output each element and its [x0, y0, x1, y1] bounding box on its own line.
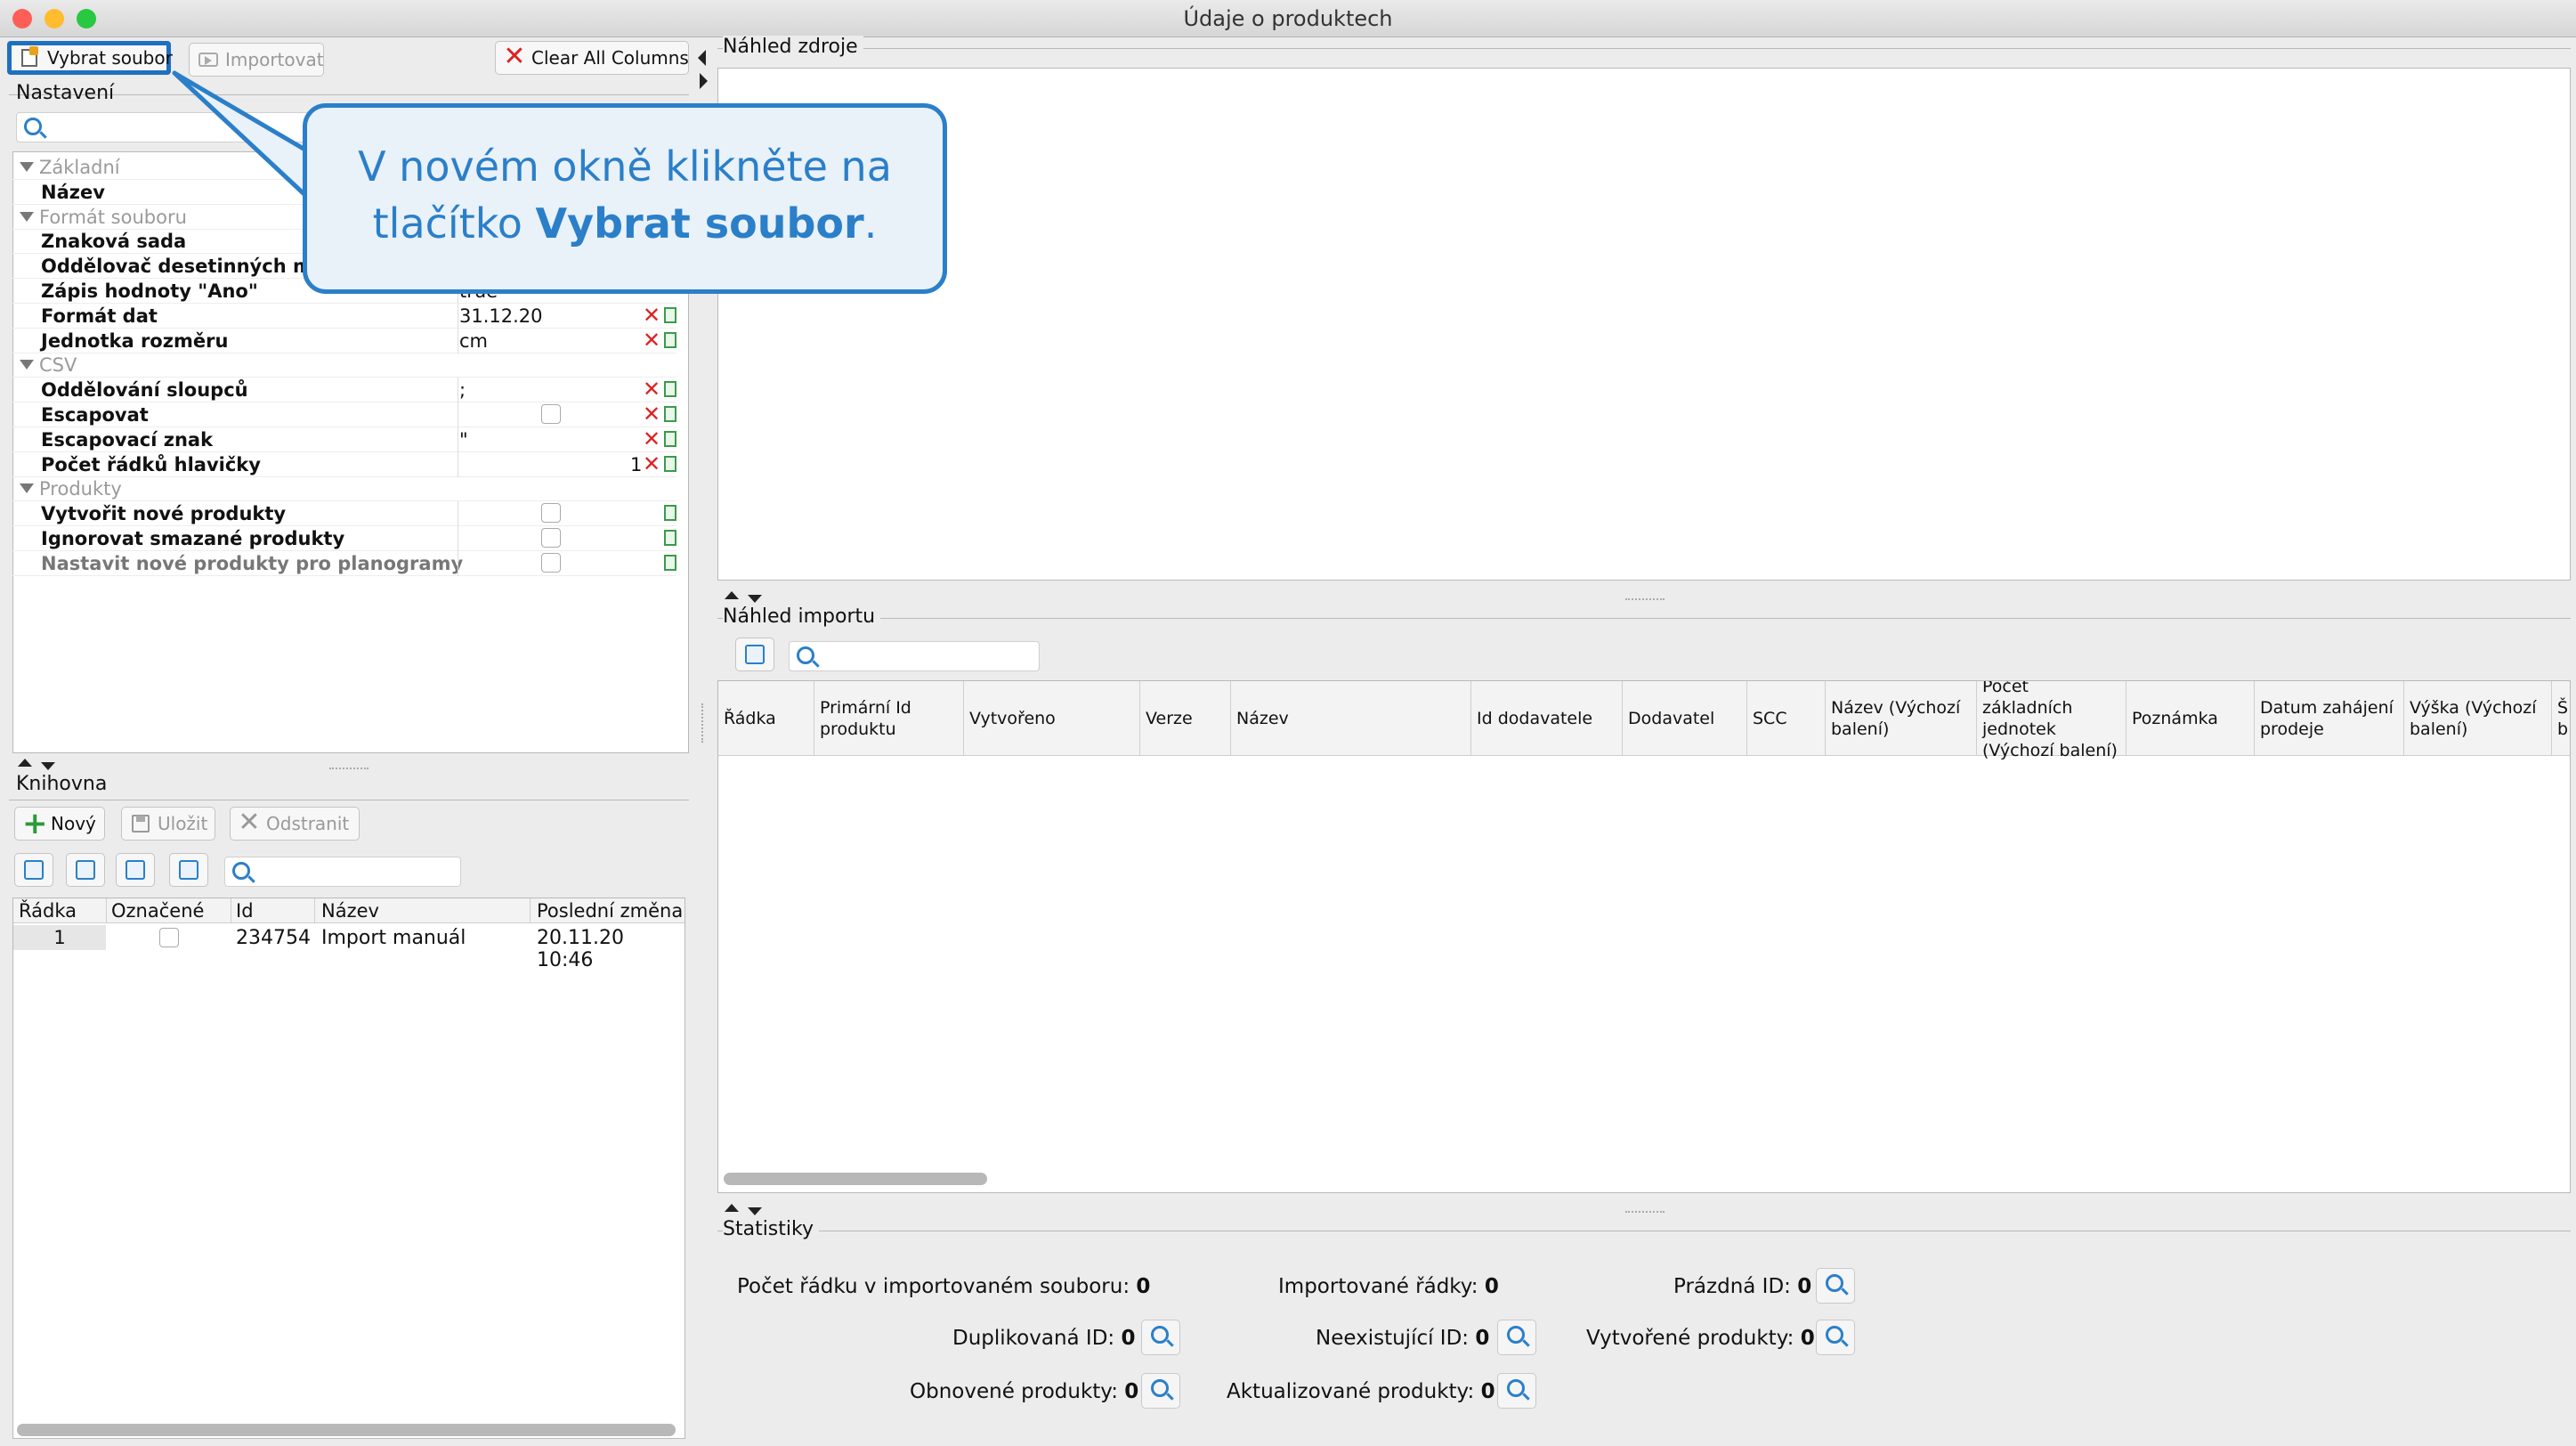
callout-line-1: V novém okně klikněte na — [358, 142, 892, 191]
tutorial-callout: V novém okně klikněte na tlačítko Vybrat… — [303, 103, 947, 294]
callout-line-2: tlačítko Vybrat soubor. — [372, 199, 878, 248]
